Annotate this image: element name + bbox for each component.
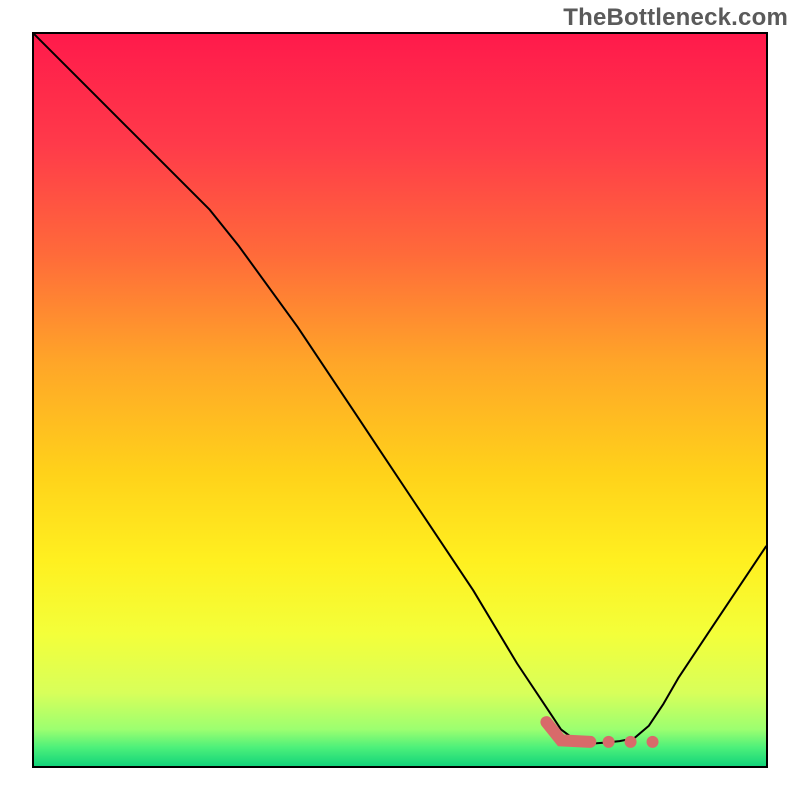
watermark-text: TheBottleneck.com: [563, 4, 788, 32]
valley-marker-icon: [34, 34, 766, 766]
plot-area: [32, 32, 768, 768]
chart-container: TheBottleneck.com: [0, 0, 800, 800]
